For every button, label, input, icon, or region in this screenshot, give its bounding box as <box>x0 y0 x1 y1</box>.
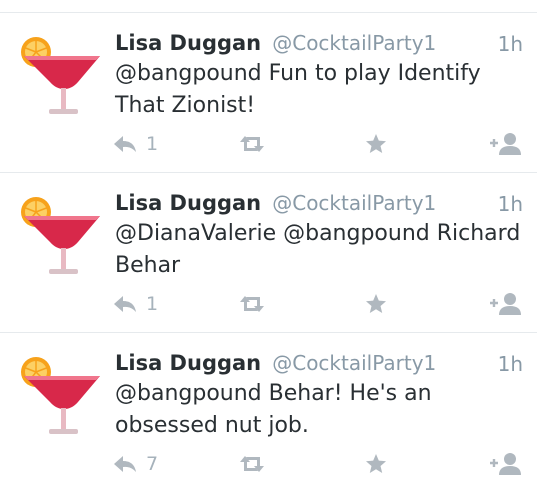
add-user-icon <box>490 453 521 475</box>
tweet-card[interactable]: Lisa Duggan @CocktailParty1 1h @bangpoun… <box>0 333 537 493</box>
reply-arrow-icon <box>114 296 136 312</box>
star-icon <box>366 134 386 153</box>
reply-arrow-icon <box>114 136 136 152</box>
author-name[interactable]: Lisa Duggan <box>115 191 261 215</box>
star-icon <box>366 294 386 313</box>
timestamp: 1h <box>497 32 523 56</box>
tweet-header: Lisa Duggan @CocktailParty1 1h <box>115 31 523 61</box>
action-bar: 1 <box>113 291 525 317</box>
reply-button[interactable]: 7 <box>113 451 158 477</box>
retweet-icon <box>240 456 264 472</box>
add-user-icon <box>490 293 521 315</box>
author-handle[interactable]: @CocktailParty1 <box>272 351 436 375</box>
author-handle[interactable]: @CocktailParty1 <box>272 191 436 215</box>
avatar[interactable] <box>16 32 100 118</box>
follow-button[interactable] <box>489 451 523 477</box>
reply-count: 1 <box>146 293 159 315</box>
favorite-button[interactable] <box>364 131 388 157</box>
timestamp: 1h <box>497 352 523 376</box>
author-name[interactable]: Lisa Duggan <box>115 31 261 55</box>
tweet-text: @bangpound Fun to play Identify That Zio… <box>115 61 481 118</box>
avatar[interactable] <box>16 352 100 438</box>
tweet-text: @DianaValerie @bangpound Richard Behar <box>115 221 521 278</box>
tweet-card[interactable]: Lisa Duggan @CocktailParty1 1h @bangpoun… <box>0 13 537 173</box>
reply-button[interactable]: 1 <box>113 291 158 317</box>
reply-button[interactable]: 1 <box>113 131 158 157</box>
retweet-button[interactable] <box>238 451 266 477</box>
reply-count: 7 <box>146 453 159 475</box>
star-icon <box>366 454 386 473</box>
retweet-icon <box>240 136 264 152</box>
action-bar: 7 <box>113 451 525 477</box>
timeline: Lisa Duggan @CocktailParty1 1h @bangpoun… <box>0 0 537 493</box>
action-bar: 1 <box>113 131 525 157</box>
retweet-button[interactable] <box>238 291 266 317</box>
favorite-button[interactable] <box>364 291 388 317</box>
reply-count: 1 <box>146 133 159 155</box>
timestamp: 1h <box>497 192 523 216</box>
follow-button[interactable] <box>489 131 523 157</box>
favorite-button[interactable] <box>364 451 388 477</box>
reply-arrow-icon <box>114 456 136 472</box>
avatar[interactable] <box>16 192 100 278</box>
tweet-card[interactable]: Lisa Duggan @CocktailParty1 1h @DianaVal… <box>0 173 537 333</box>
follow-button[interactable] <box>489 291 523 317</box>
tweet-header: Lisa Duggan @CocktailParty1 1h <box>115 351 523 381</box>
author-name[interactable]: Lisa Duggan <box>115 351 261 375</box>
retweet-icon <box>240 296 264 312</box>
tweet-text: @bangpound Behar! He's an obsessed nut j… <box>115 381 432 438</box>
tweet-header: Lisa Duggan @CocktailParty1 1h <box>115 191 523 221</box>
add-user-icon <box>490 133 521 155</box>
retweet-button[interactable] <box>238 131 266 157</box>
author-handle[interactable]: @CocktailParty1 <box>272 31 436 55</box>
